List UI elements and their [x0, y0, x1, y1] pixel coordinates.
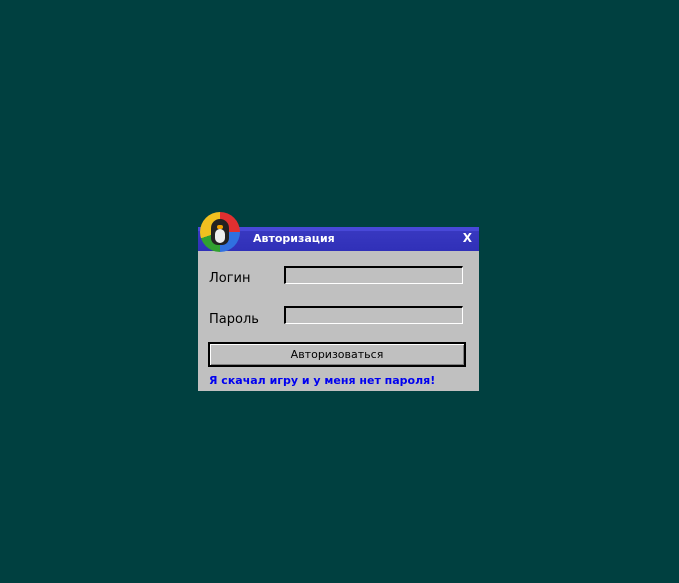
- close-button[interactable]: X: [463, 231, 472, 245]
- title-bar[interactable]: Авторизация X: [198, 227, 479, 251]
- dialog-title: Авторизация: [253, 232, 335, 245]
- no-password-link[interactable]: Я скачал игру и у меня нет пароля!: [209, 374, 435, 387]
- password-input[interactable]: [284, 306, 463, 324]
- login-input[interactable]: [284, 266, 463, 284]
- password-label: Пароль: [209, 312, 259, 327]
- penguin-belly: [215, 229, 225, 243]
- penguin-beak: [217, 225, 223, 229]
- penguin-logo-icon: [200, 212, 240, 252]
- login-label: Логин: [209, 271, 251, 286]
- login-dialog: Авторизация X Логин Пароль Авторизоватьс…: [198, 227, 479, 391]
- login-button[interactable]: Авторизоваться: [208, 342, 466, 367]
